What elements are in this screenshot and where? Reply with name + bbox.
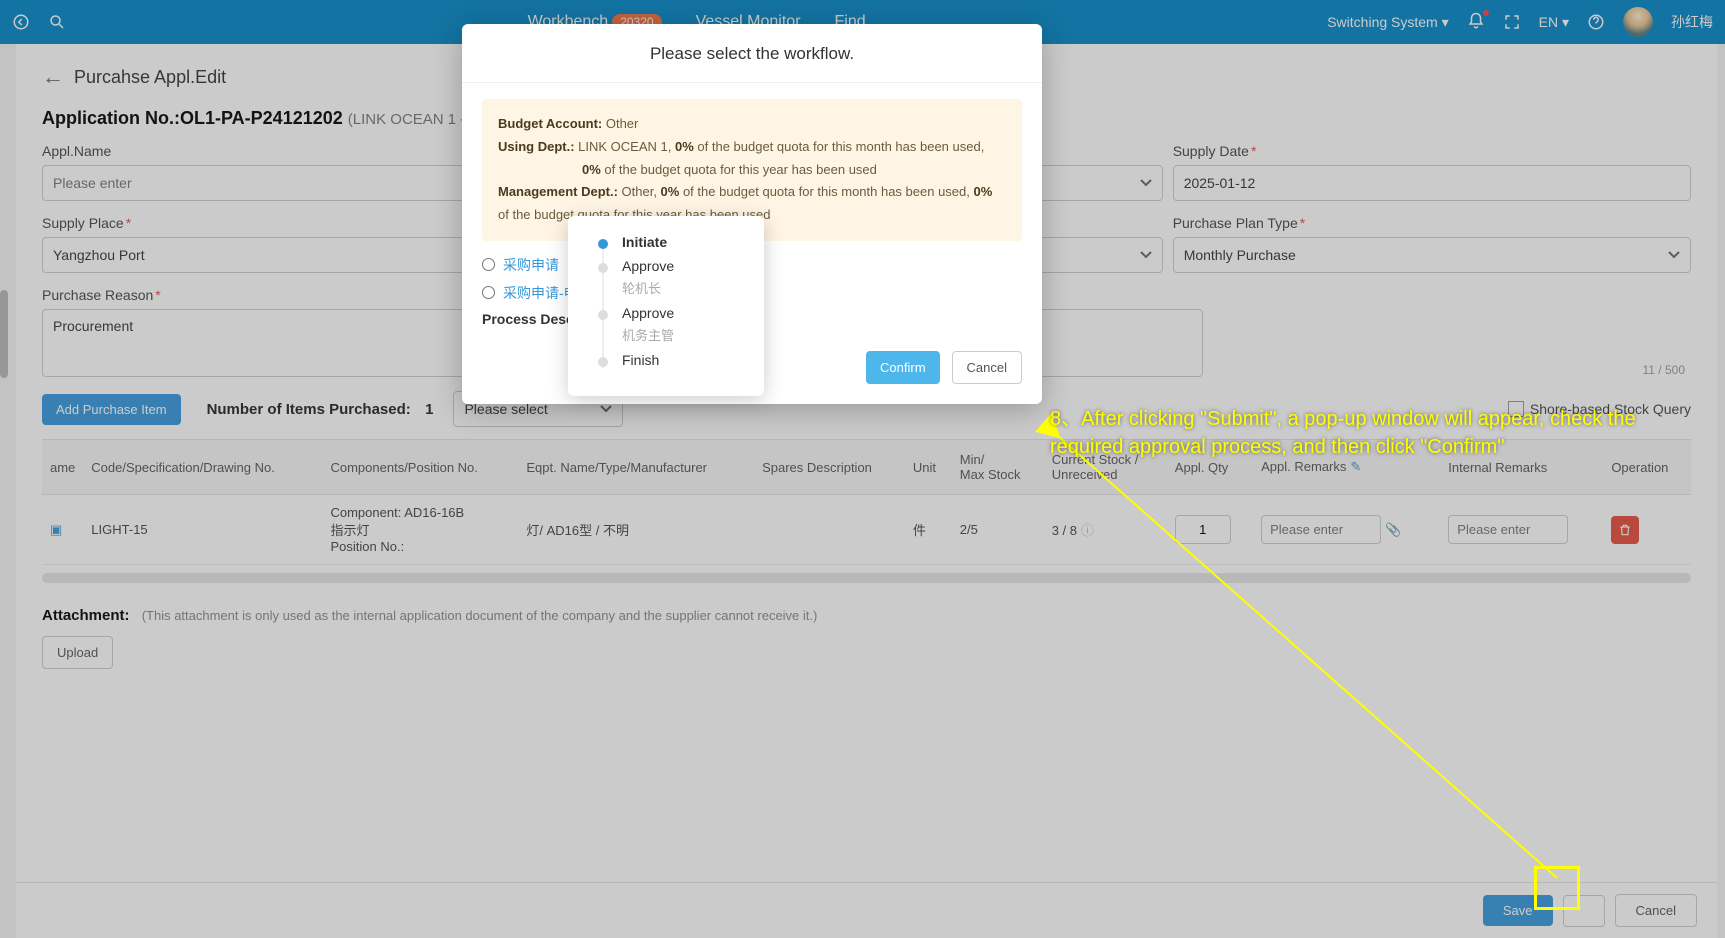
step-initiate: Initiate bbox=[598, 234, 744, 250]
modal-title: Please select the workflow. bbox=[462, 24, 1042, 83]
step-approve-1: Approve轮机长 bbox=[598, 258, 744, 297]
workflow-steps-popover: Initiate Approve轮机长 Approve机务主管 Finish bbox=[568, 216, 764, 396]
annotation-highlight-box bbox=[1534, 866, 1580, 910]
annotation-text: 8、After clicking "Submit", a pop-up wind… bbox=[1050, 405, 1670, 461]
step-finish: Finish bbox=[598, 352, 744, 368]
step-approve-2: Approve机务主管 bbox=[598, 305, 744, 344]
confirm-button[interactable]: Confirm bbox=[866, 351, 940, 384]
modal-cancel-button[interactable]: Cancel bbox=[952, 351, 1022, 384]
